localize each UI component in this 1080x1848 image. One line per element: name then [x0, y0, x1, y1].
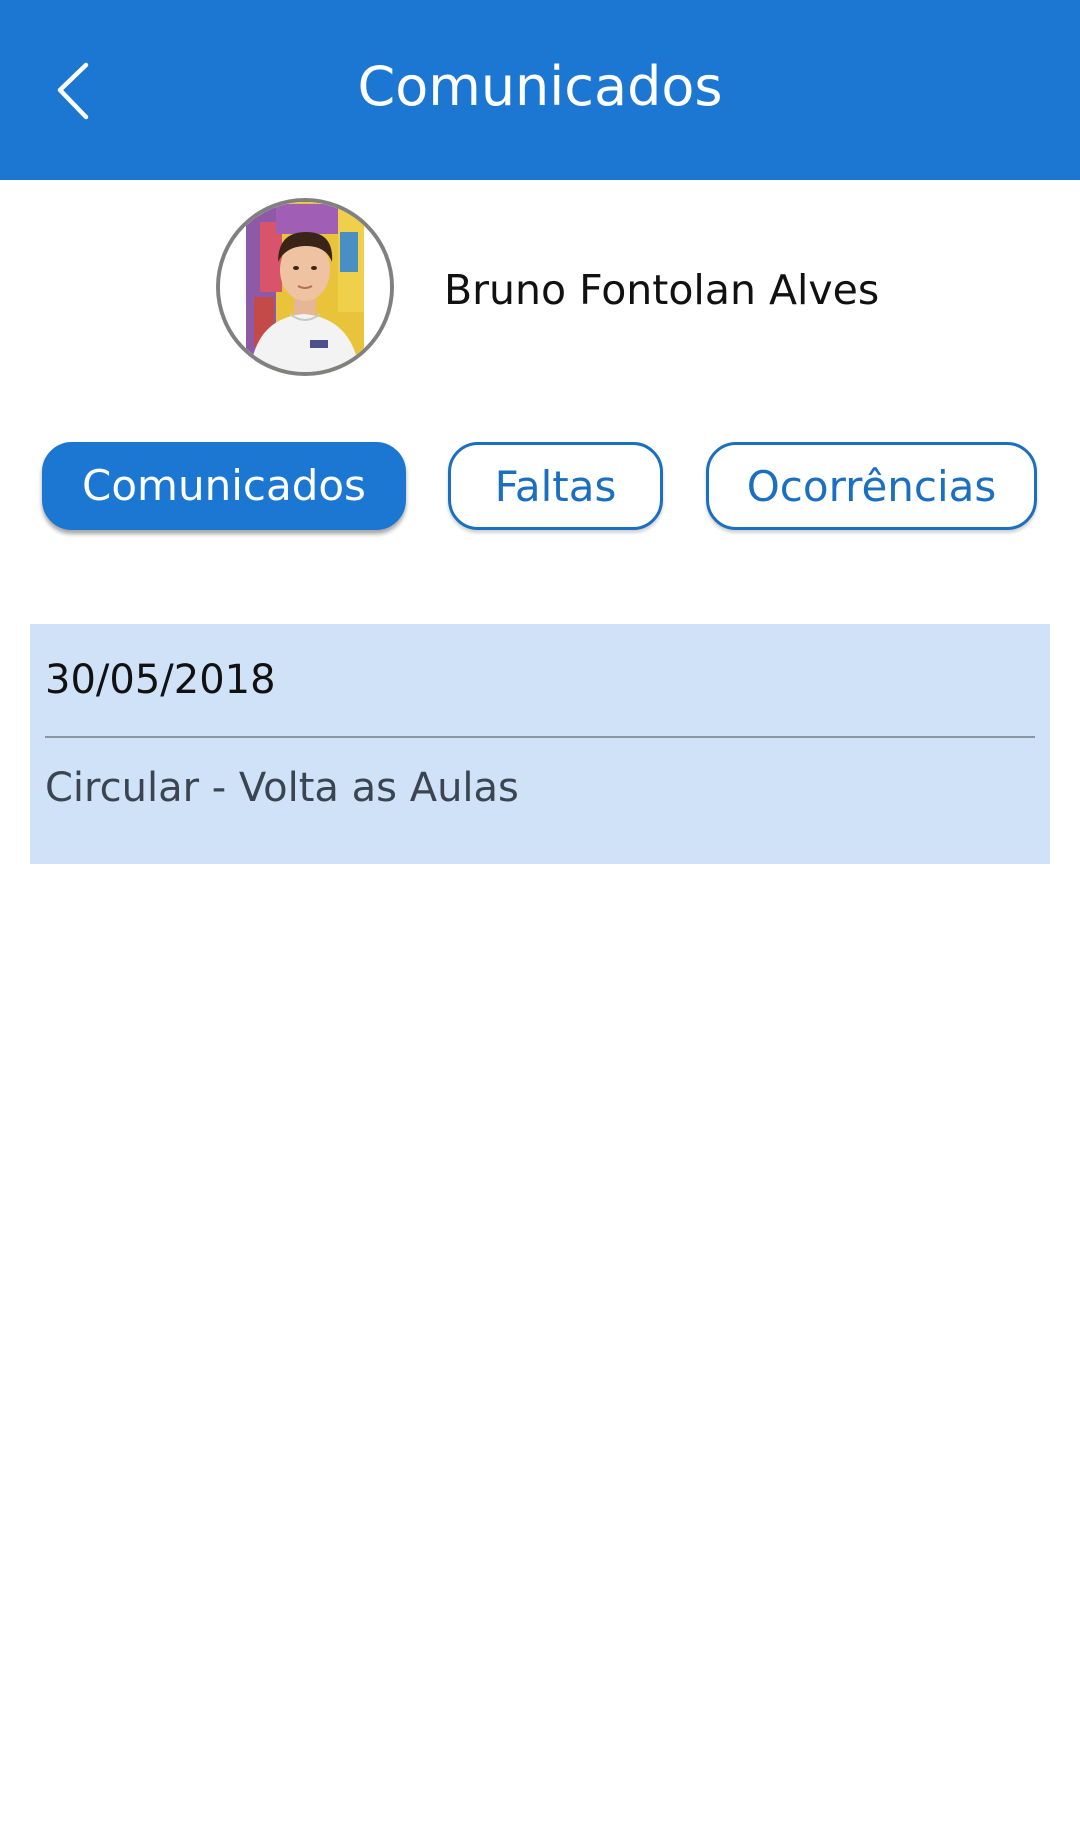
notice-list-item[interactable]: 30/05/2018 Circular - Volta as Aulas — [30, 624, 1050, 864]
student-name: Bruno Fontolan Alves — [444, 266, 880, 314]
avatar — [216, 198, 394, 376]
divider — [45, 736, 1035, 738]
student-photo — [220, 202, 390, 372]
student-profile: Bruno Fontolan Alves — [0, 180, 1080, 380]
notice-date: 30/05/2018 — [45, 657, 276, 703]
tab-ocorrencias[interactable]: Ocorrências — [706, 442, 1037, 530]
notice-title: Circular - Volta as Aulas — [45, 765, 519, 811]
app-screen: Comunicados Bruno Fontolan Alves Comunic… — [0, 0, 1080, 1848]
page-title: Comunicados — [357, 55, 723, 118]
tab-comunicados[interactable]: Comunicados — [42, 442, 406, 530]
app-header: Comunicados — [0, 0, 1080, 180]
tab-faltas[interactable]: Faltas — [448, 442, 663, 530]
